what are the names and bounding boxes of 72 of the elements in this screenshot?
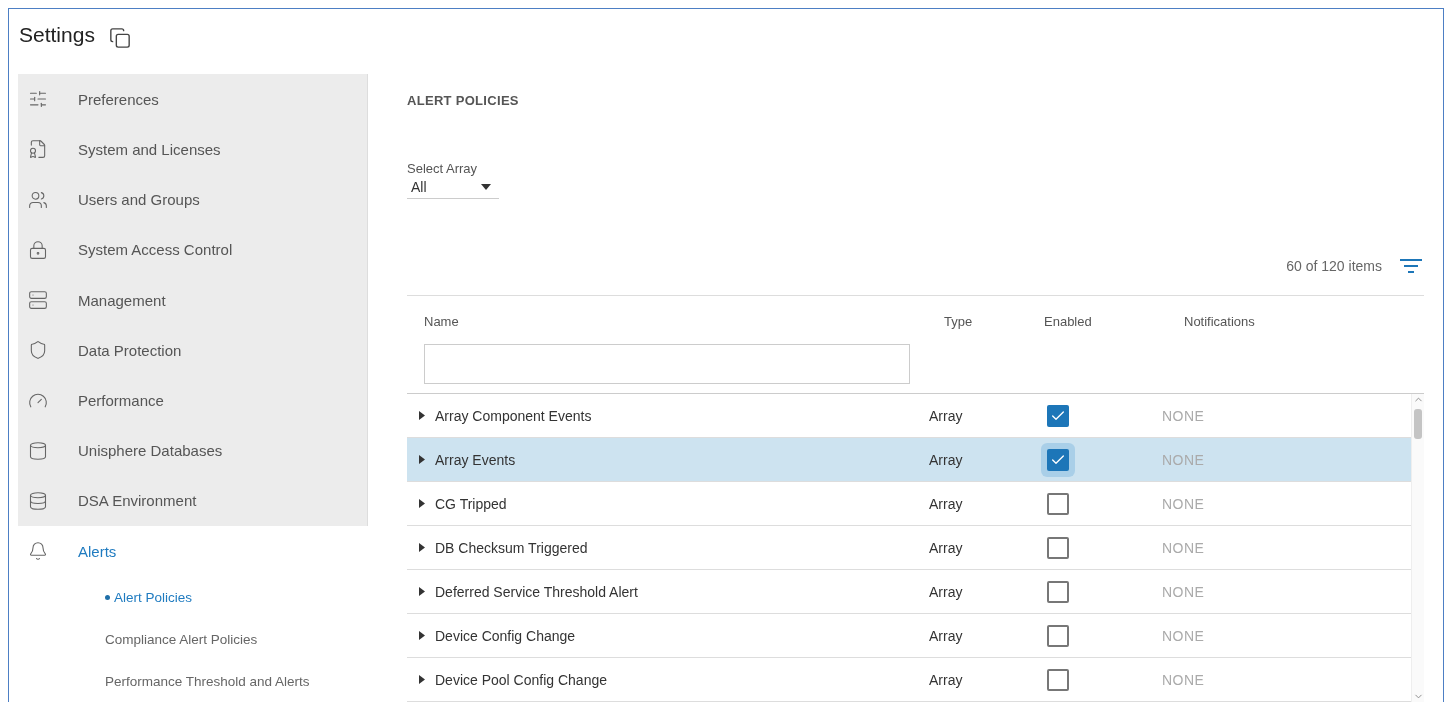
sidebar-item[interactable]: Users and Groups [18, 174, 368, 225]
enabled-checkbox[interactable] [1047, 404, 1069, 427]
notifications-cell-text: NONE [1162, 407, 1206, 424]
enabled-checkbox[interactable] [1047, 624, 1069, 647]
database-icon [28, 491, 48, 511]
notifications-cell-text: NONE [1162, 583, 1206, 600]
notifications-cell-text: NONE [1162, 539, 1206, 556]
page-heading: ALERT POLICIES [407, 93, 520, 108]
expand-icon[interactable] [419, 455, 425, 464]
notifications-cell-text: NONE [1162, 451, 1206, 468]
sidebar-subitem[interactable]: Compliance Alert Policies [18, 618, 368, 661]
expand-icon[interactable] [419, 675, 425, 684]
policy-name: DB Checksum Triggered [435, 539, 588, 556]
window-title: Settings [19, 23, 95, 47]
caret-icon [481, 183, 491, 190]
bullet-icon [105, 594, 110, 600]
type-cell-text: Array [929, 539, 964, 556]
sidebar-item[interactable]: Management [18, 274, 368, 326]
policy-name: Deferred Service Threshold Alert [435, 583, 638, 600]
policy-name: CG Tripped [435, 495, 507, 512]
filter-icon[interactable] [1400, 258, 1422, 273]
sidebar-subitem[interactable]: Performance Threshold and Alerts [18, 660, 368, 702]
type-cell-text: Array [929, 451, 964, 468]
enabled-checkbox[interactable] [1047, 580, 1069, 603]
expand-icon[interactable] [419, 499, 425, 508]
policy-name: Array Events [435, 451, 516, 468]
shield-icon [28, 340, 48, 361]
expand-icon[interactable] [419, 631, 425, 640]
type-cell-text: Array [929, 627, 964, 644]
policy-name: Device Config Change [435, 627, 576, 644]
scrollbar[interactable] [1411, 394, 1424, 702]
type-cell-text: Array [929, 583, 964, 600]
type-cell-text: Array [929, 495, 964, 512]
column-header: Notifications [1184, 314, 1256, 329]
expand-icon[interactable] [419, 543, 425, 552]
sidebar-item[interactable]: System Access Control [18, 224, 368, 275]
lock-icon [28, 239, 48, 260]
cylinder-icon [28, 440, 48, 461]
sidebar-item[interactable]: Data Protection [18, 325, 368, 376]
enabled-checkbox[interactable] [1047, 668, 1069, 691]
name-filter-field[interactable] [424, 344, 910, 384]
notifications-cell-text: NONE [1162, 627, 1206, 644]
sliders-icon [28, 89, 48, 110]
sidebar-item[interactable]: DSA Environment [18, 475, 368, 527]
sidebar-item[interactable]: Performance [18, 375, 368, 426]
array-select[interactable]: All [407, 176, 499, 199]
enabled-checkbox[interactable] [1047, 536, 1069, 559]
bell-icon [28, 541, 48, 562]
item-count: 60 of 120 items [1286, 257, 1382, 274]
column-header: Type [944, 314, 974, 329]
type-cell-text: Array [929, 671, 964, 688]
notifications-cell-text: NONE [1162, 671, 1206, 688]
copy-icon[interactable] [108, 27, 131, 49]
notifications-cell-text: NONE [1162, 495, 1206, 512]
expand-icon[interactable] [419, 587, 425, 596]
policy-name: Array Component Events [435, 407, 592, 424]
users-icon [28, 189, 48, 210]
table-row[interactable]: Array Events Array NONE [407, 438, 1411, 482]
sidebar-subitem[interactable]: Alert Policies [18, 576, 368, 619]
certificate-icon [28, 139, 48, 160]
sidebar-item[interactable]: Unisphere Databases [18, 425, 368, 476]
policy-name: Device Pool Config Change [435, 671, 607, 688]
scroll-thumb[interactable] [1414, 409, 1422, 439]
column-header: Enabled [1044, 314, 1093, 329]
type-cell-text: Array [929, 407, 964, 424]
enabled-checkbox[interactable] [1047, 492, 1069, 515]
server-icon [28, 290, 48, 311]
sidebar-item[interactable]: System and Licenses [18, 124, 368, 175]
select-label: Select Array [407, 161, 479, 176]
sidebar-item[interactable]: Preferences [18, 74, 368, 125]
column-header: Name [424, 314, 460, 329]
expand-icon[interactable] [419, 411, 425, 420]
